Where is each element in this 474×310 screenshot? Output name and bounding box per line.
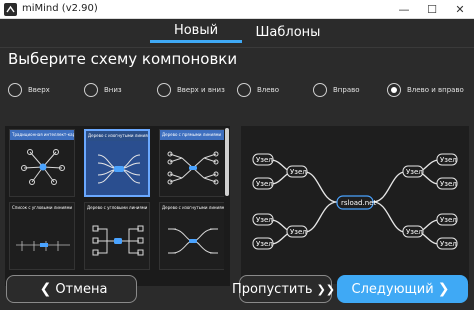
curved-tree-icon <box>168 228 218 254</box>
template-gallery: Традиционная интеллект-карта Дерево с из… <box>5 126 230 286</box>
preview-node-label: Узел <box>256 180 273 188</box>
thumbnail-caption: Список с угловыми линиями <box>10 203 74 213</box>
radio-circle <box>237 83 251 97</box>
radio-right[interactable]: Вправо <box>313 79 360 101</box>
preview-node-label: Узел <box>440 156 457 164</box>
chevron-left-icon: ❮ <box>39 281 52 297</box>
preview-node-label: Узел <box>440 216 457 224</box>
radio-circle-checked <box>387 83 401 97</box>
angled-tree-icon <box>92 225 144 256</box>
radio-circle <box>313 83 327 97</box>
app-window: Новый Шаблоны Выберите схему компоновки … <box>0 19 474 310</box>
thumbnail-traditional[interactable]: Традиционная интеллект-карта <box>9 129 75 197</box>
title-bar: miMind (v2.90) — ☐ ✕ <box>0 0 474 19</box>
radio-label: Вправо <box>333 86 360 94</box>
preview-node-label: Узел <box>256 216 273 224</box>
radio-up[interactable]: Вверх <box>8 79 50 101</box>
preview-node-label: Узел <box>440 240 457 248</box>
cancel-label: Отмена <box>55 281 108 297</box>
thumbnail-angled-list[interactable]: Список с угловыми линиями <box>9 202 75 270</box>
radio-left[interactable]: Влево <box>237 79 279 101</box>
divider <box>0 47 474 48</box>
preview-node-label: Узел <box>406 228 423 236</box>
radio-down[interactable]: Вниз <box>84 79 122 101</box>
next-label: Следующий <box>351 281 434 297</box>
page-heading: Выберите схему компоновки <box>8 50 238 68</box>
thumbnail-caption: Традиционная интеллект-карта <box>10 130 74 140</box>
tab-bar: Новый Шаблоны <box>0 19 474 45</box>
radio-left-right[interactable]: Влево и вправо <box>387 79 464 101</box>
next-button[interactable]: Следующий ❯ <box>337 275 468 303</box>
preview-node-label: Узел <box>290 168 307 176</box>
thumbnail-caption: Дерево с изогнутыми линиями <box>160 203 224 213</box>
mind-map-preview: .ln { stroke: #e6e6e6; stroke-width: 1.3… <box>252 153 458 250</box>
maximize-icon[interactable]: ☐ <box>418 0 446 19</box>
tab-new[interactable]: Новый <box>150 21 242 43</box>
app-icon <box>4 3 17 16</box>
cancel-button[interactable]: ❮ Отмена <box>6 275 137 303</box>
thumbnail-caption: Дерево с прямыми линиями <box>160 130 224 140</box>
thumbnail-caption: Дерево с изогнутыми линиями <box>86 131 148 141</box>
double-chevron-right-icon: ❯❯ <box>316 282 336 296</box>
thumbnail-straight-tree[interactable]: Дерево с прямыми линиями <box>159 129 225 197</box>
preview-node-label: Узел <box>256 240 273 248</box>
close-icon[interactable]: ✕ <box>446 0 474 19</box>
radio-up-down[interactable]: Вверх и вниз <box>157 79 225 101</box>
thumbnail-angled-tree[interactable]: Дерево с угловыми линиями <box>84 202 150 270</box>
tab-templates[interactable]: Шаблоны <box>242 21 334 43</box>
preview-node-label: Узел <box>440 180 457 188</box>
preview-root-label: rsload.net <box>341 199 376 207</box>
scrollbar-thumb[interactable] <box>225 128 229 196</box>
layout-preview: .ln { stroke: #e6e6e6; stroke-width: 1.3… <box>241 126 469 284</box>
radio-label: Вверх и вниз <box>177 86 225 94</box>
gallery-scrollbar[interactable] <box>224 126 230 286</box>
minimize-icon[interactable]: — <box>390 0 418 19</box>
radial-map-icon <box>21 149 65 185</box>
window-title: miMind (v2.90) <box>22 3 98 14</box>
layout-options: Вверх Вниз Вверх и вниз Влево Вправо Вле… <box>0 79 474 103</box>
chevron-right-icon: ❯ <box>437 281 450 297</box>
thumbnail-curved-tree[interactable]: Дерево с изогнутыми линиями <box>84 129 150 197</box>
angled-list-icon <box>16 241 70 251</box>
curved-tree-icon <box>97 154 141 184</box>
radio-label: Влево и вправо <box>407 86 464 94</box>
radio-circle <box>8 83 22 97</box>
radio-label: Вниз <box>104 86 122 94</box>
skip-label: Пропустить <box>232 281 313 297</box>
thumbnail-caption: Дерево с угловыми линиями <box>85 203 149 213</box>
radio-circle <box>157 83 171 97</box>
skip-button[interactable]: Пропустить ❯❯ <box>232 275 336 303</box>
preview-node-label: Узел <box>256 156 273 164</box>
preview-node-label: Узел <box>290 228 307 236</box>
radio-label: Влево <box>257 86 279 94</box>
thumbnail-curved-tree-2[interactable]: Дерево с изогнутыми линиями <box>159 202 225 270</box>
straight-tree-icon <box>167 151 219 185</box>
preview-node-label: Узел <box>406 168 423 176</box>
radio-label: Вверх <box>28 86 50 94</box>
radio-circle <box>84 83 98 97</box>
